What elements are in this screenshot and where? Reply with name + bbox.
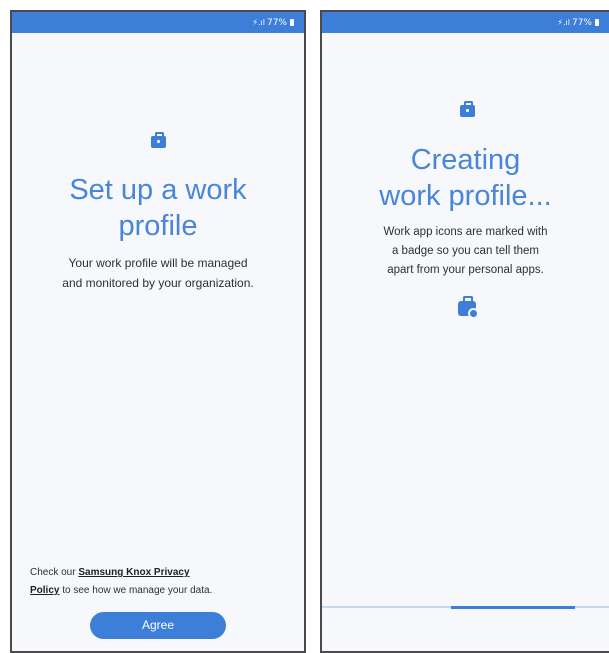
privacy-notice: Check our Samsung Knox Privacy Policy to… bbox=[30, 564, 286, 600]
privacy-policy-link-continued[interactable]: Policy bbox=[30, 585, 59, 596]
description-line: Your work profile will be managed bbox=[68, 256, 248, 270]
description-line: Work app icons are marked with bbox=[383, 226, 548, 238]
privacy-prefix: Check our bbox=[30, 567, 79, 578]
creating-work-profile-screen: ⚡.ıl 77% Creating work profile... Work a… bbox=[320, 10, 609, 653]
agree-button[interactable]: Agree bbox=[90, 612, 226, 639]
privacy-policy-link[interactable]: Samsung Knox Privacy bbox=[78, 567, 189, 578]
wifi-signal-icon: ⚡.ıl bbox=[557, 17, 570, 27]
title-line: work profile... bbox=[379, 180, 552, 212]
title-line: Set up a work bbox=[69, 174, 247, 206]
battery-icon bbox=[290, 19, 294, 26]
battery-percent: 77% bbox=[571, 17, 592, 28]
wifi-signal-icon: ⚡.ıl bbox=[252, 17, 265, 27]
screenshot-stage: ⚡.ıl 77% Set up a work profile Your work… bbox=[0, 0, 609, 653]
description-line: and monitored by your organization. bbox=[62, 276, 254, 290]
battery-icon bbox=[595, 19, 599, 26]
progress-indicator bbox=[451, 605, 575, 609]
work-badge-icon bbox=[458, 296, 479, 319]
title-line: Creating bbox=[410, 144, 521, 176]
progress-bar bbox=[322, 605, 609, 609]
battery-percent: 77% bbox=[266, 17, 287, 28]
description-text: Your work profile will be managed and mo… bbox=[12, 253, 304, 293]
description-line: a badge so you can tell them bbox=[391, 245, 540, 257]
status-bar: ⚡.ıl 77% bbox=[322, 12, 609, 33]
page-title: Set up a work profile bbox=[12, 172, 304, 244]
setup-work-profile-screen: ⚡.ıl 77% Set up a work profile Your work… bbox=[10, 10, 306, 653]
title-line: profile bbox=[118, 210, 198, 242]
description-text: Work app icons are marked with a badge s… bbox=[322, 223, 609, 280]
description-line: apart from your personal apps. bbox=[387, 264, 544, 276]
briefcase-icon bbox=[151, 132, 166, 148]
briefcase-icon bbox=[460, 101, 475, 117]
status-bar: ⚡.ıl 77% bbox=[12, 12, 304, 33]
badge-dot-icon bbox=[468, 308, 479, 319]
page-title: Creating work profile... bbox=[322, 142, 609, 214]
privacy-suffix: to see how we manage your data. bbox=[59, 585, 213, 596]
